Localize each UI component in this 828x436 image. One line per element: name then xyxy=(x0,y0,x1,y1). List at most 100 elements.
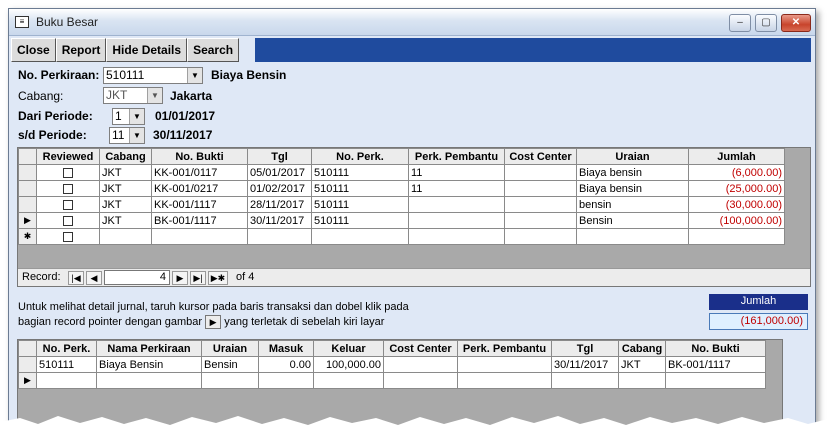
chevron-down-icon[interactable]: ▼ xyxy=(187,68,202,83)
new-record-icon[interactable]: ✱ xyxy=(18,228,37,245)
cell-no-bukti[interactable]: KK-001/0217 xyxy=(151,180,248,197)
col-no-perk[interactable]: No. Perk. xyxy=(36,340,97,357)
col-reviewed[interactable]: Reviewed xyxy=(36,148,100,165)
cell-cabang[interactable]: JKT xyxy=(99,180,152,197)
search-button[interactable]: Search xyxy=(187,38,240,62)
col-nama-perkiraan[interactable]: Nama Perkiraan xyxy=(96,340,202,357)
table-row[interactable]: JKT KK-001/0117 05/01/2017 510111 11 Bia… xyxy=(18,164,785,181)
chevron-down-icon[interactable]: ▼ xyxy=(129,109,144,124)
col-cabang[interactable]: Cabang xyxy=(618,340,666,357)
cell-uraian[interactable]: Biaya bensin xyxy=(576,180,689,197)
sd-periode-combo[interactable]: 11 ▼ xyxy=(109,127,145,144)
record-selector[interactable] xyxy=(18,196,37,213)
dari-periode-combo[interactable]: 1 ▼ xyxy=(112,108,145,125)
cell-cost-center[interactable] xyxy=(383,356,458,373)
col-cost-center[interactable]: Cost Center xyxy=(383,340,458,357)
cell-no-perk[interactable]: 510111 xyxy=(311,180,409,197)
current-record-pointer-icon[interactable]: ▶ xyxy=(18,212,37,229)
cell-cabang[interactable]: JKT xyxy=(99,212,152,229)
col-tgl[interactable]: Tgl xyxy=(247,148,312,165)
col-uraian[interactable]: Uraian xyxy=(201,340,259,357)
table-row[interactable]: JKT KK-001/1117 28/11/2017 510111 bensin… xyxy=(18,196,785,213)
col-cost-center[interactable]: Cost Center xyxy=(504,148,577,165)
reviewed-checkbox[interactable] xyxy=(63,231,73,242)
table-row-current[interactable]: ▶ JKT BK-001/1117 30/11/2017 510111 Bens… xyxy=(18,212,785,229)
reviewed-checkbox[interactable] xyxy=(63,199,73,210)
col-perk-pembantu[interactable]: Perk. Pembantu xyxy=(457,340,552,357)
col-no-bukti[interactable]: No. Bukti xyxy=(151,148,248,165)
close-window-button[interactable]: ✕ xyxy=(781,14,811,32)
cell-perk-pembantu[interactable] xyxy=(408,212,505,229)
minimize-button[interactable]: – xyxy=(729,14,751,32)
col-no-bukti[interactable]: No. Bukti xyxy=(665,340,766,357)
reviewed-checkbox[interactable] xyxy=(63,167,73,178)
cell-jumlah[interactable]: (100,000.00) xyxy=(688,212,785,229)
cell-no-bukti[interactable]: BK-001/1117 xyxy=(665,356,766,373)
col-jumlah[interactable]: Jumlah xyxy=(688,148,785,165)
maximize-button[interactable]: ▢ xyxy=(755,14,777,32)
cell-keluar[interactable]: 100,000.00 xyxy=(313,356,384,373)
cell-uraian[interactable]: bensin xyxy=(576,196,689,213)
col-masuk[interactable]: Masuk xyxy=(258,340,314,357)
chevron-down-icon[interactable]: ▼ xyxy=(129,128,144,143)
no-perkiraan-combo[interactable]: 510111 ▼ xyxy=(103,67,203,84)
col-tgl[interactable]: Tgl xyxy=(551,340,619,357)
cell-jumlah[interactable]: (25,000.00) xyxy=(688,180,785,197)
cabang-combo[interactable]: JKT ▼ xyxy=(103,87,163,104)
cell-uraian[interactable]: Bensin xyxy=(201,356,259,373)
prev-record-icon[interactable]: ◀ xyxy=(86,271,102,285)
cell-no-perk[interactable]: 510111 xyxy=(36,356,97,373)
chevron-down-icon[interactable]: ▼ xyxy=(147,88,162,103)
cell-tgl[interactable]: 05/01/2017 xyxy=(247,164,312,181)
cell-cabang[interactable]: JKT xyxy=(618,356,666,373)
col-keluar[interactable]: Keluar xyxy=(313,340,384,357)
cell-uraian[interactable]: Biaya bensin xyxy=(576,164,689,181)
reviewed-checkbox[interactable] xyxy=(63,215,73,226)
new-record-row[interactable]: ✱ xyxy=(18,228,785,245)
next-record-icon[interactable]: ▶ xyxy=(172,271,188,285)
cell-perk-pembantu[interactable]: 11 xyxy=(408,180,505,197)
cell-cabang[interactable]: JKT xyxy=(99,196,152,213)
cell-tgl[interactable]: 30/11/2017 xyxy=(551,356,619,373)
first-record-icon[interactable]: |◀ xyxy=(68,271,84,285)
cell-cost-center[interactable] xyxy=(504,196,577,213)
cell-cost-center[interactable] xyxy=(504,212,577,229)
col-uraian[interactable]: Uraian xyxy=(576,148,689,165)
record-selector[interactable] xyxy=(18,164,37,181)
cell-cabang[interactable]: JKT xyxy=(99,164,152,181)
col-perk-pembantu[interactable]: Perk. Pembantu xyxy=(408,148,505,165)
hide-details-button[interactable]: Hide Details xyxy=(106,38,188,62)
cell-perk-pembantu[interactable] xyxy=(408,196,505,213)
cell-no-bukti[interactable]: KK-001/0117 xyxy=(151,164,248,181)
cell-tgl[interactable]: 28/11/2017 xyxy=(247,196,312,213)
cell-cost-center[interactable] xyxy=(504,164,577,181)
cell-no-perk[interactable]: 510111 xyxy=(311,196,409,213)
cell-tgl[interactable]: 30/11/2017 xyxy=(247,212,312,229)
cell-masuk[interactable]: 0.00 xyxy=(258,356,314,373)
cell-cost-center[interactable] xyxy=(504,180,577,197)
last-record-icon[interactable]: ▶| xyxy=(190,271,206,285)
cell-no-perk[interactable]: 510111 xyxy=(311,164,409,181)
cell-jumlah[interactable]: (6,000.00) xyxy=(688,164,785,181)
cell-uraian[interactable]: Bensin xyxy=(576,212,689,229)
close-button[interactable]: Close xyxy=(11,38,56,62)
cell-perk-pembantu[interactable] xyxy=(457,356,552,373)
table-row[interactable]: 510111 Biaya Bensin Bensin 0.00 100,000.… xyxy=(18,356,766,373)
cell-jumlah[interactable]: (30,000.00) xyxy=(688,196,785,213)
record-number-input[interactable]: 4 xyxy=(104,270,170,285)
cell-no-perk[interactable]: 510111 xyxy=(311,212,409,229)
current-record-pointer-icon[interactable]: ▶ xyxy=(18,372,37,389)
new-record-nav-icon[interactable]: ▶✱ xyxy=(208,271,228,285)
table-row[interactable]: JKT KK-001/0217 01/02/2017 510111 11 Bia… xyxy=(18,180,785,197)
detail-current-row[interactable]: ▶ xyxy=(18,372,766,389)
cell-tgl[interactable]: 01/02/2017 xyxy=(247,180,312,197)
cell-perk-pembantu[interactable]: 11 xyxy=(408,164,505,181)
cell-nama-perkiraan[interactable]: Biaya Bensin xyxy=(96,356,202,373)
report-button[interactable]: Report xyxy=(55,38,107,62)
record-selector[interactable] xyxy=(18,356,37,373)
record-selector[interactable] xyxy=(18,180,37,197)
reviewed-checkbox[interactable] xyxy=(63,183,73,194)
cell-no-bukti[interactable]: BK-001/1117 xyxy=(151,212,248,229)
col-no-perk[interactable]: No. Perk. xyxy=(311,148,409,165)
cell-no-bukti[interactable]: KK-001/1117 xyxy=(151,196,248,213)
